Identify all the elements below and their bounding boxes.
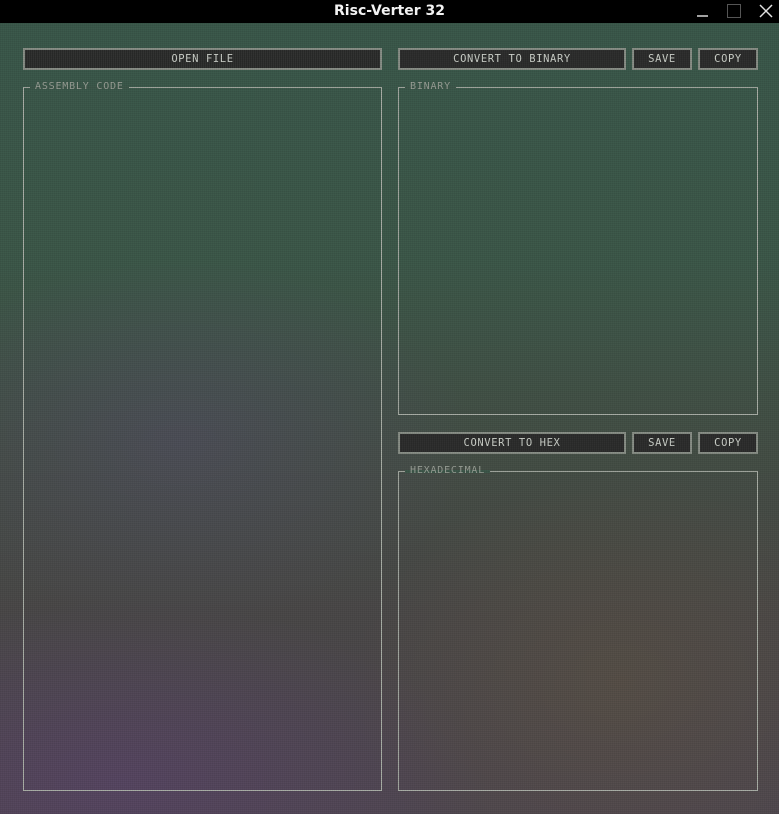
window-title: Risc-Verter 32	[334, 3, 445, 19]
hexadecimal-panel: HEXADECIMAL	[398, 465, 758, 791]
assembly-code-panel: ASSEMBLY CODE	[23, 81, 382, 791]
maximize-icon	[727, 4, 741, 18]
convert-to-hex-button[interactable]: CONVERT TO HEX	[398, 432, 626, 454]
assembly-code-input[interactable]	[28, 98, 377, 786]
minimize-button[interactable]	[694, 2, 712, 20]
hexadecimal-output[interactable]	[403, 482, 753, 786]
copy-binary-button[interactable]: COPY	[698, 48, 758, 70]
binary-output[interactable]	[403, 98, 753, 410]
save-hex-button[interactable]: SAVE	[632, 432, 692, 454]
maximize-button[interactable]	[725, 2, 743, 20]
close-button[interactable]	[757, 2, 775, 20]
app-window: Risc-Verter 32 OPEN FILE ASSEMBLY CODE C…	[0, 0, 779, 814]
save-binary-button[interactable]: SAVE	[632, 48, 692, 70]
binary-label: BINARY	[405, 81, 456, 93]
assembly-code-label: ASSEMBLY CODE	[30, 81, 129, 93]
convert-to-binary-button[interactable]: CONVERT TO BINARY	[398, 48, 626, 70]
binary-panel: BINARY	[398, 81, 758, 415]
title-bar[interactable]: Risc-Verter 32	[0, 0, 779, 23]
main-content: OPEN FILE ASSEMBLY CODE CONVERT TO BINAR…	[0, 23, 779, 814]
hexadecimal-label: HEXADECIMAL	[405, 465, 491, 477]
minimize-icon	[697, 15, 708, 17]
open-file-button[interactable]: OPEN FILE	[23, 48, 382, 70]
copy-hex-button[interactable]: COPY	[698, 432, 758, 454]
close-icon	[759, 4, 773, 18]
